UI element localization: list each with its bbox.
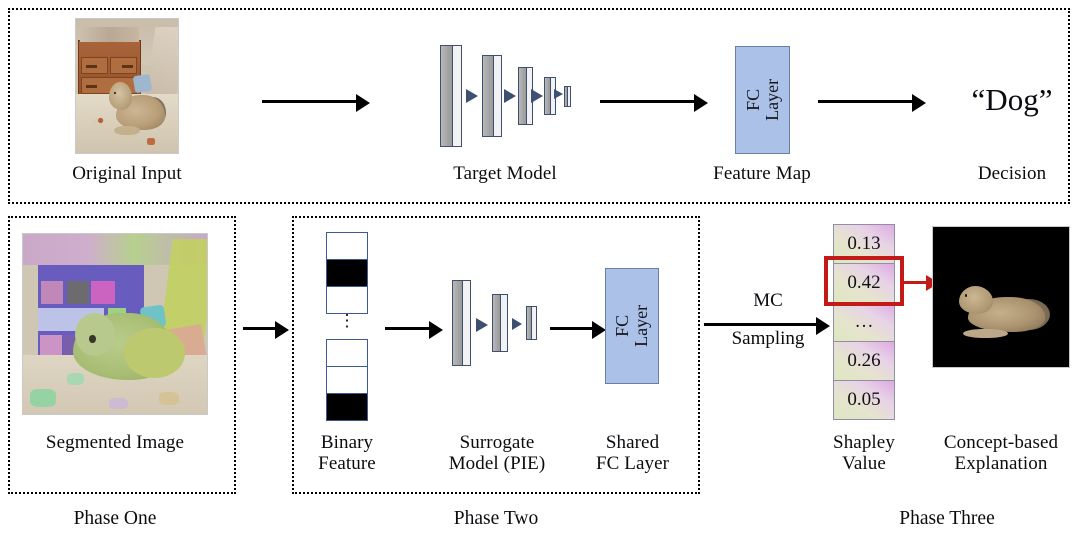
binary-cell xyxy=(326,393,368,421)
mc-sampling-label-bottom: Sampling xyxy=(731,328,805,349)
segmented-image xyxy=(22,233,208,415)
binary-cell xyxy=(326,366,368,394)
surrogate-model-layers xyxy=(452,280,542,372)
target-model-layers xyxy=(440,45,571,155)
fc-box-label-line2: Layer xyxy=(761,79,782,121)
shared-fc-box: FC Layer xyxy=(605,268,659,384)
shared-fc-label-line1: FC xyxy=(612,314,633,338)
decision-value: “Dog” xyxy=(971,82,1053,117)
shapley-cell: 0.26 xyxy=(833,341,895,381)
shapley-value-caption: Shapley Value xyxy=(833,432,895,475)
concept-explanation-caption: Concept-based Explanation xyxy=(943,432,1059,475)
figure-root: Original Input Target Model FC Layer Fea… xyxy=(0,0,1080,546)
decision-caption: Decision xyxy=(977,163,1047,184)
binary-feature-ellipsis: ⋮ xyxy=(338,311,356,330)
shared-fc-caption: Shared FC Layer xyxy=(595,432,670,475)
shapley-cell: 0.05 xyxy=(833,380,895,420)
shared-fc-label-line2: Layer xyxy=(631,305,651,347)
binary-feature-column: ⋮ xyxy=(326,232,368,422)
phase-two-label: Phase Two xyxy=(453,508,539,529)
mc-sampling-group: MC Sampling xyxy=(704,290,832,360)
feature-map-caption: Feature Map xyxy=(713,163,811,184)
shapley-cell: … xyxy=(833,302,895,342)
fc-box-label-line1: FC xyxy=(742,88,763,112)
original-input-caption: Original Input xyxy=(72,163,182,184)
binary-cell xyxy=(326,339,368,367)
mc-sampling-label-top: MC xyxy=(753,290,783,311)
target-model-caption: Target Model xyxy=(453,163,557,184)
binary-cell xyxy=(326,232,368,260)
binary-cell xyxy=(326,286,368,314)
concept-explanation-image xyxy=(932,226,1070,368)
phase-three-label: Phase Three xyxy=(899,508,995,529)
segmented-image-caption: Segmented Image xyxy=(45,432,185,453)
surrogate-model-caption: Surrogate Model (PIE) xyxy=(448,432,546,475)
binary-cell xyxy=(326,259,368,287)
feature-map-fc-box: FC Layer xyxy=(735,46,790,154)
original-input-image xyxy=(75,18,179,154)
shapley-highlight-box xyxy=(824,256,904,306)
binary-feature-caption: Binary Feature xyxy=(318,432,376,475)
phase-one-label: Phase One xyxy=(73,508,157,529)
shapley-value-column: 0.13 0.42 … 0.26 0.05 xyxy=(833,224,895,420)
